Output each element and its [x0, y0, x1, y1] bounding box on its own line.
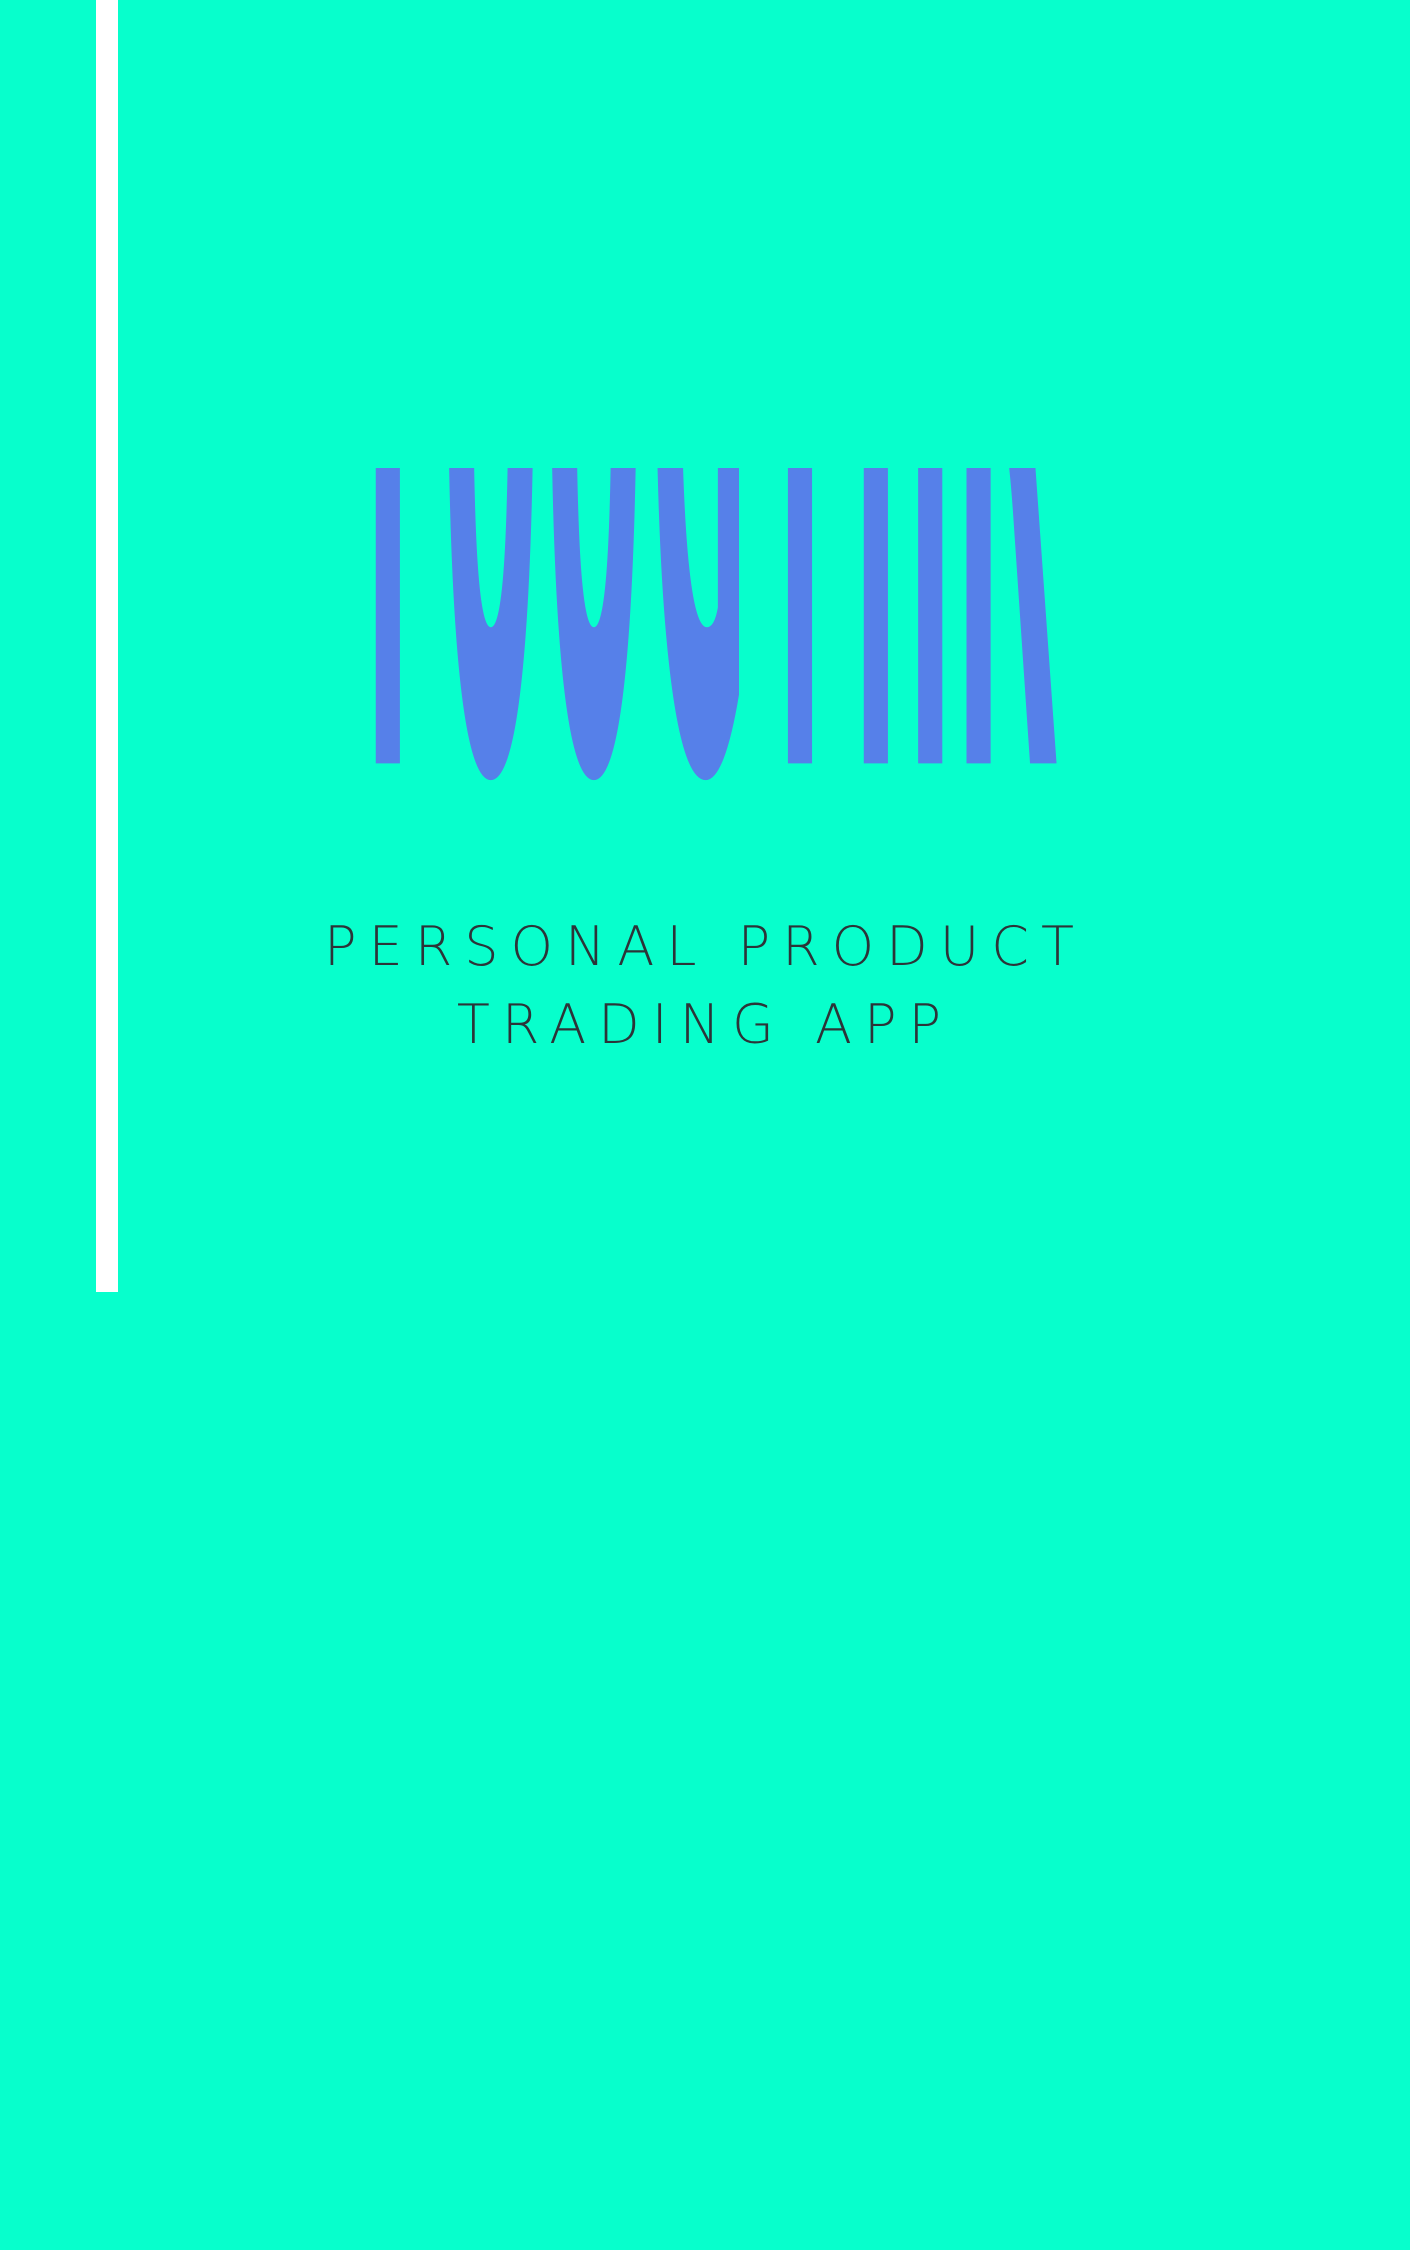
app-name: TOOGTHR: [337, 468, 1058, 852]
app-logo: TOOGTHR: [330, 468, 1066, 852]
tagline-line-2: TRADING APP: [456, 993, 954, 1056]
tagline-line-1: PERSONAL PRODUCT: [324, 915, 1086, 978]
decorative-accent-bar: [96, 0, 118, 1292]
app-logo-wordmark: TOOGTHR: [337, 468, 1058, 852]
splash-screen: TOOGTHR PERSONAL PRODUCT TRADING APP: [0, 0, 1410, 2250]
app-tagline: PERSONAL PRODUCT TRADING APP: [300, 908, 1110, 1064]
